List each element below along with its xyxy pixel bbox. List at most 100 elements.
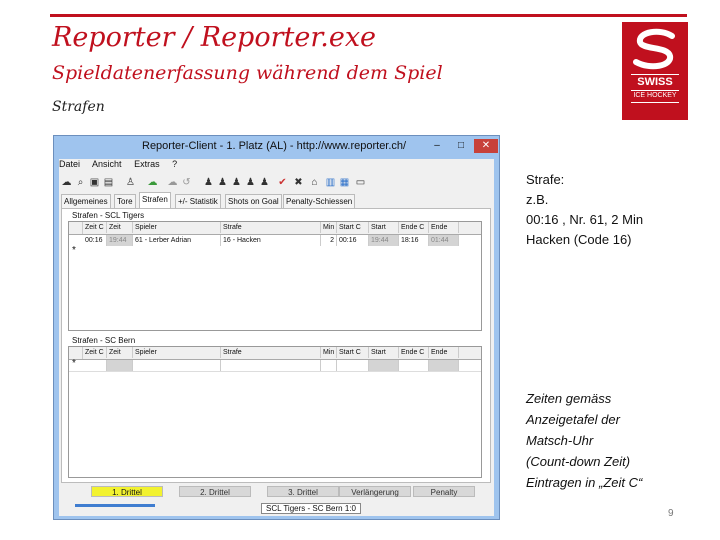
toolbar: ☁ ⌕ ▣ ▤ ♙ ☁ ☁ ↺ ♟ ♟ ♟ ♟ ♟ ✔ ✖ ⌂ ▥ ▦ ▭	[59, 174, 494, 192]
menu-help[interactable]: ?	[172, 159, 177, 169]
column-header[interactable]: Strafe	[221, 222, 321, 233]
column-header[interactable]: Min	[321, 347, 337, 358]
players-icon[interactable]: ♟	[259, 177, 270, 188]
annotation-line: z.B.	[526, 192, 549, 207]
logo-text-main: SWISS	[637, 76, 673, 88]
column-header[interactable]: Ende	[429, 347, 459, 358]
column-header[interactable]: Ende C	[399, 222, 429, 233]
annotation-line: Strafe:	[526, 172, 565, 187]
annotation-line: (Count-down Zeit)	[526, 454, 631, 469]
tab-tore[interactable]: Tore	[114, 194, 136, 208]
column-header[interactable]: Zeit	[107, 222, 133, 233]
tab-statistik[interactable]: +/- Statistik	[175, 194, 221, 208]
menu-extras[interactable]: Extras	[134, 159, 160, 169]
players-icon[interactable]: ♟	[245, 177, 256, 188]
tab-shots-on-goal[interactable]: Shots on Goal	[225, 194, 282, 208]
search-icon[interactable]: ⌕	[75, 177, 86, 188]
annotation-line: Anzeigetafel der	[526, 412, 620, 427]
progress-bar	[75, 504, 155, 507]
period-2-button[interactable]: 2. Drittel	[179, 486, 251, 497]
column-header[interactable]: Min	[321, 222, 337, 233]
column-header[interactable]: Start C	[337, 347, 369, 358]
column-header[interactable]: Strafe	[221, 347, 321, 358]
chart-icon[interactable]: ▥	[325, 177, 336, 188]
cell-start-c[interactable]: 00:16	[337, 235, 369, 246]
menubar: Datei Ansicht Extras ?	[59, 159, 494, 174]
tab-strip: Allgemeines Tore Strafen +/- Statistik S…	[59, 192, 494, 208]
cell-zeit[interactable]: 19:44	[107, 235, 133, 246]
window-titlebar[interactable]: Reporter-Client - 1. Platz (AL) - http:/…	[54, 136, 499, 158]
column-header[interactable]: Spieler	[133, 347, 221, 358]
page-number: 9	[668, 508, 674, 519]
annotation-penalty-example: Strafe: z.B. 00:16 , Nr. 61, 2 Min Hacke…	[526, 170, 643, 250]
column-header[interactable]: Zeit	[107, 347, 133, 358]
annotation-time-hint: Zeiten gemäss Anzeigetafel der Matsch-Uh…	[526, 388, 642, 493]
penalties-grid-home[interactable]: Zeit C Zeit Spieler Strafe Min Start C S…	[68, 221, 482, 331]
overtime-button[interactable]: Verlängerung	[339, 486, 411, 497]
cell-strafe[interactable]: 16 - Hacken	[221, 235, 321, 246]
new-row-marker[interactable]: *	[72, 358, 76, 369]
check-icon[interactable]: ✔	[277, 177, 288, 188]
annotation-line: 00:16 , Nr. 61, 2 Min	[526, 212, 644, 227]
penalty-button[interactable]: Penalty	[413, 486, 475, 497]
column-header[interactable]: Start	[369, 347, 399, 358]
logo-swirl-icon	[633, 28, 675, 70]
table-row[interactable]: 00:16 19:44 61 - Lerber Adrian 16 - Hack…	[69, 235, 481, 246]
strafen-panel: Zeit C Zeit Spieler Strafe Min Start C S…	[61, 208, 491, 483]
tab-penalty-schiessen[interactable]: Penalty-Schiessen	[283, 194, 356, 208]
reporter-window: Reporter-Client - 1. Platz (AL) - http:/…	[53, 135, 500, 520]
cell-start[interactable]: 19:44	[369, 235, 399, 246]
period-bar: 1. Drittel 2. Drittel 3. Drittel Verläng…	[61, 485, 491, 499]
grid-title-away: Strafen - SC Bern	[72, 336, 136, 345]
tab-allgemeines[interactable]: Allgemeines	[61, 194, 111, 208]
cloud-icon[interactable]: ☁	[167, 177, 178, 188]
column-header[interactable]: Zeit C	[83, 222, 107, 233]
cloud-download-icon[interactable]: ☁	[61, 177, 72, 188]
close-button[interactable]: ✕	[474, 139, 498, 153]
person-icon[interactable]: ♙	[125, 177, 136, 188]
players-icon[interactable]: ♟	[217, 177, 228, 188]
cloud-upload-icon[interactable]: ☁	[147, 177, 158, 188]
players-icon[interactable]: ♟	[203, 177, 214, 188]
menu-ansicht[interactable]: Ansicht	[92, 159, 122, 169]
period-3-button[interactable]: 3. Drittel	[267, 486, 339, 497]
section-label: Strafen	[52, 99, 105, 115]
save-icon[interactable]: ▣	[89, 177, 100, 188]
column-header[interactable]: Start C	[337, 222, 369, 233]
undo-icon[interactable]: ↺	[181, 177, 192, 188]
cell-min[interactable]: 2	[321, 235, 337, 246]
logo-text-sub: ICE HOCKEY	[633, 92, 677, 99]
minimize-button[interactable]: –	[426, 139, 448, 153]
cross-icon[interactable]: ✖	[293, 177, 304, 188]
table-row[interactable]	[69, 360, 481, 372]
home-icon[interactable]: ⌂	[309, 177, 320, 188]
status-bar: SCL Tigers - SC Bern 1:0	[61, 502, 491, 515]
tv-icon[interactable]: ▭	[355, 177, 366, 188]
column-header[interactable]: Spieler	[133, 222, 221, 233]
penalties-grid-away[interactable]: Zeit C Zeit Spieler Strafe Min Start C S…	[68, 346, 482, 478]
swiss-ice-hockey-logo: SWISS ICE HOCKEY	[622, 22, 688, 120]
annotation-line: Zeiten gemäss	[526, 391, 612, 406]
logo-rule	[631, 90, 679, 91]
clipboard-icon[interactable]: ▤	[103, 177, 114, 188]
maximize-button[interactable]: □	[450, 139, 472, 153]
stats-icon[interactable]: ▦	[339, 177, 350, 188]
column-header[interactable]: Ende C	[399, 347, 429, 358]
menu-datei[interactable]: Datei	[59, 159, 80, 169]
cell-zeit-c[interactable]: 00:16	[83, 235, 107, 246]
tab-strafen[interactable]: Strafen	[139, 192, 171, 208]
grid-header: Zeit C Zeit Spieler Strafe Min Start C S…	[69, 222, 481, 235]
logo-rule	[631, 102, 679, 103]
grid-title-home: Strafen - SCL Tigers	[72, 211, 145, 220]
annotation-line: Hacken (Code 16)	[526, 232, 632, 247]
column-header[interactable]: Ende	[429, 222, 459, 233]
annotation-line: Matsch-Uhr	[526, 433, 594, 448]
cell-spieler[interactable]: 61 - Lerber Adrian	[133, 235, 221, 246]
new-row-marker[interactable]: *	[72, 245, 76, 256]
cell-ende-c[interactable]: 18:16	[399, 235, 429, 246]
period-1-button[interactable]: 1. Drittel	[91, 486, 163, 497]
cell-ende[interactable]: 01:44	[429, 235, 459, 246]
players-icon[interactable]: ♟	[231, 177, 242, 188]
column-header[interactable]: Zeit C	[83, 347, 107, 358]
column-header[interactable]: Start	[369, 222, 399, 233]
